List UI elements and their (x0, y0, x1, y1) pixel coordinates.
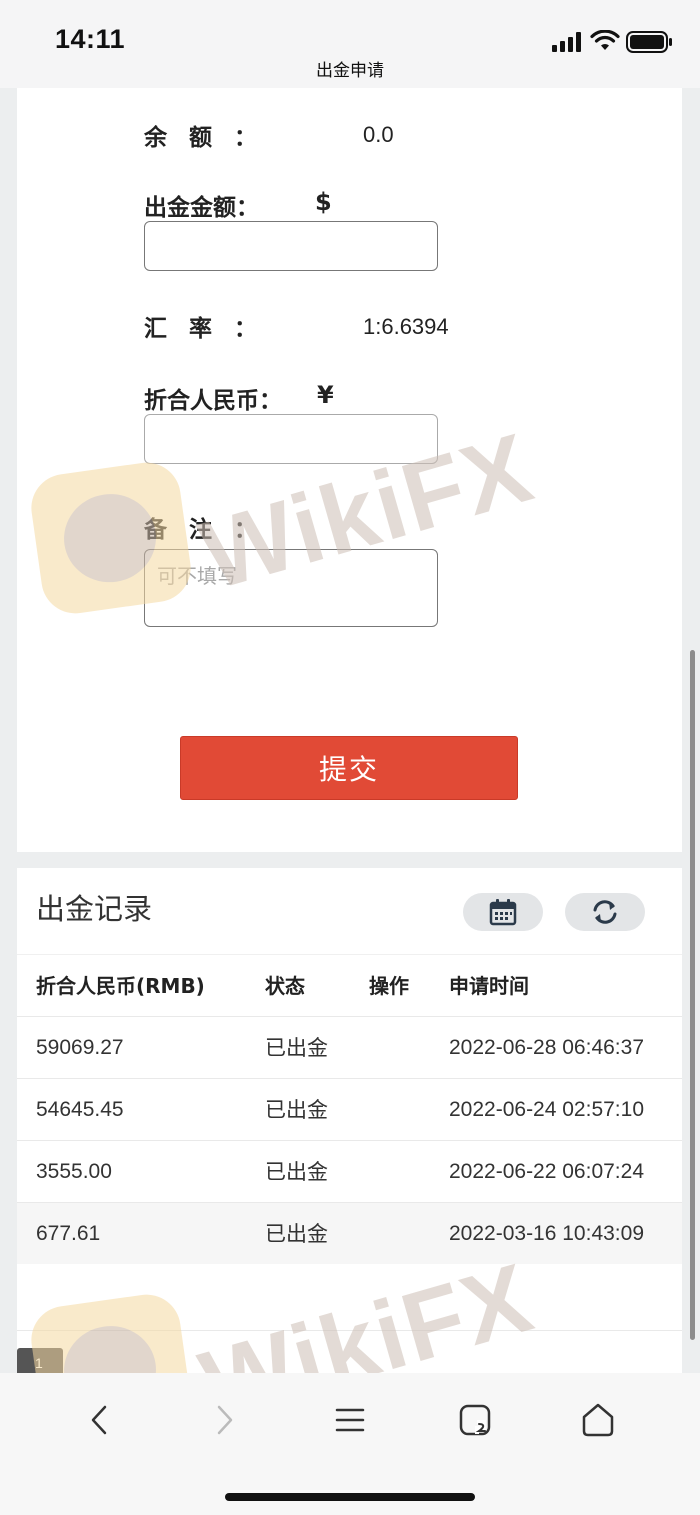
signal-icon (552, 32, 581, 52)
amount-currency: $ (315, 188, 332, 216)
row-status: 已出金 (265, 1160, 328, 1184)
row-time: 2022-06-28 06:46:37 (449, 1036, 644, 1059)
refresh-button[interactable] (565, 893, 645, 931)
table-row: 54645.45 已出金 2022-06-24 02:57:10 (17, 1078, 682, 1140)
row-status: 已出金 (265, 1098, 328, 1122)
home-button[interactable] (563, 1395, 633, 1445)
table-row: 677.61 已出金 2022-03-16 10:43:09 (17, 1202, 682, 1264)
submit-button[interactable]: 提交 (180, 736, 518, 800)
column-header-action: 操作 (369, 974, 409, 998)
page-number-button[interactable]: 1 (17, 1348, 63, 1374)
table-header: 折合人民币(RMB) 状态 操作 申请时间 (17, 954, 682, 1016)
refresh-icon (593, 900, 617, 924)
rate-value: 1:6.6394 (363, 314, 449, 339)
balance-value: 0.0 (363, 122, 394, 147)
row-amount: 59069.27 (36, 1036, 124, 1059)
note-label: 备注： (144, 517, 279, 543)
amount-input[interactable] (144, 221, 438, 271)
tabs-button[interactable] (440, 1395, 510, 1445)
calendar-icon (489, 899, 517, 926)
tabs-icon (459, 1404, 491, 1436)
amount-label: 出金金额： (144, 195, 259, 221)
table-row: 59069.27 已出金 2022-06-28 06:46:37 (17, 1016, 682, 1078)
menu-icon (335, 1408, 365, 1432)
back-button[interactable] (65, 1395, 135, 1445)
rmb-input[interactable] (144, 414, 438, 464)
browser-toolbar (0, 1373, 700, 1515)
row-amount: 3555.00 (36, 1160, 112, 1183)
row-time: 2022-03-16 10:43:09 (449, 1222, 644, 1245)
home-icon (582, 1403, 614, 1437)
wifi-icon (590, 30, 620, 50)
chevron-right-icon (217, 1405, 233, 1435)
table-row: 3555.00 已出金 2022-06-22 06:07:24 (17, 1140, 682, 1202)
row-amount: 677.61 (36, 1222, 101, 1245)
chevron-left-icon (91, 1405, 107, 1435)
forward-button[interactable] (189, 1395, 259, 1445)
rate-label: 汇率： (144, 316, 279, 342)
table-footer-divider (17, 1330, 682, 1331)
page-title: 出金申请 (316, 61, 384, 81)
column-header-status: 状态 (265, 974, 305, 998)
battery-icon (626, 31, 672, 53)
withdrawal-form: 余额： 0.0 出金金额： $ 汇率： 1:6.6394 折合人民币： ¥ 备注… (17, 88, 682, 852)
row-time: 2022-06-22 06:07:24 (449, 1160, 644, 1183)
column-header-amount: 折合人民币(RMB) (36, 974, 205, 998)
rmb-currency: ¥ (317, 381, 334, 409)
withdrawal-records: 出金记录 折合人民币(RMB) 状态 操作 申请时间 59069.27 已出金 … (17, 868, 682, 1374)
column-header-time: 申请时间 (449, 974, 529, 998)
records-table: 折合人民币(RMB) 状态 操作 申请时间 59069.27 已出金 2022-… (17, 954, 682, 1264)
clock: 14:11 (55, 24, 126, 54)
row-time: 2022-06-24 02:57:10 (449, 1098, 644, 1121)
records-title: 出金记录 (36, 892, 153, 926)
note-textarea[interactable] (144, 549, 438, 627)
scrollbar[interactable] (690, 650, 695, 1340)
row-status: 已出金 (265, 1222, 328, 1246)
rmb-label: 折合人民币： (144, 388, 282, 414)
menu-button[interactable] (315, 1395, 385, 1445)
row-amount: 54645.45 (36, 1098, 124, 1121)
status-bar: 14:11 出金申请 (0, 0, 700, 88)
balance-label: 余额： (144, 125, 279, 151)
calendar-button[interactable] (463, 893, 543, 931)
home-indicator[interactable] (225, 1493, 475, 1501)
row-status: 已出金 (265, 1036, 328, 1060)
